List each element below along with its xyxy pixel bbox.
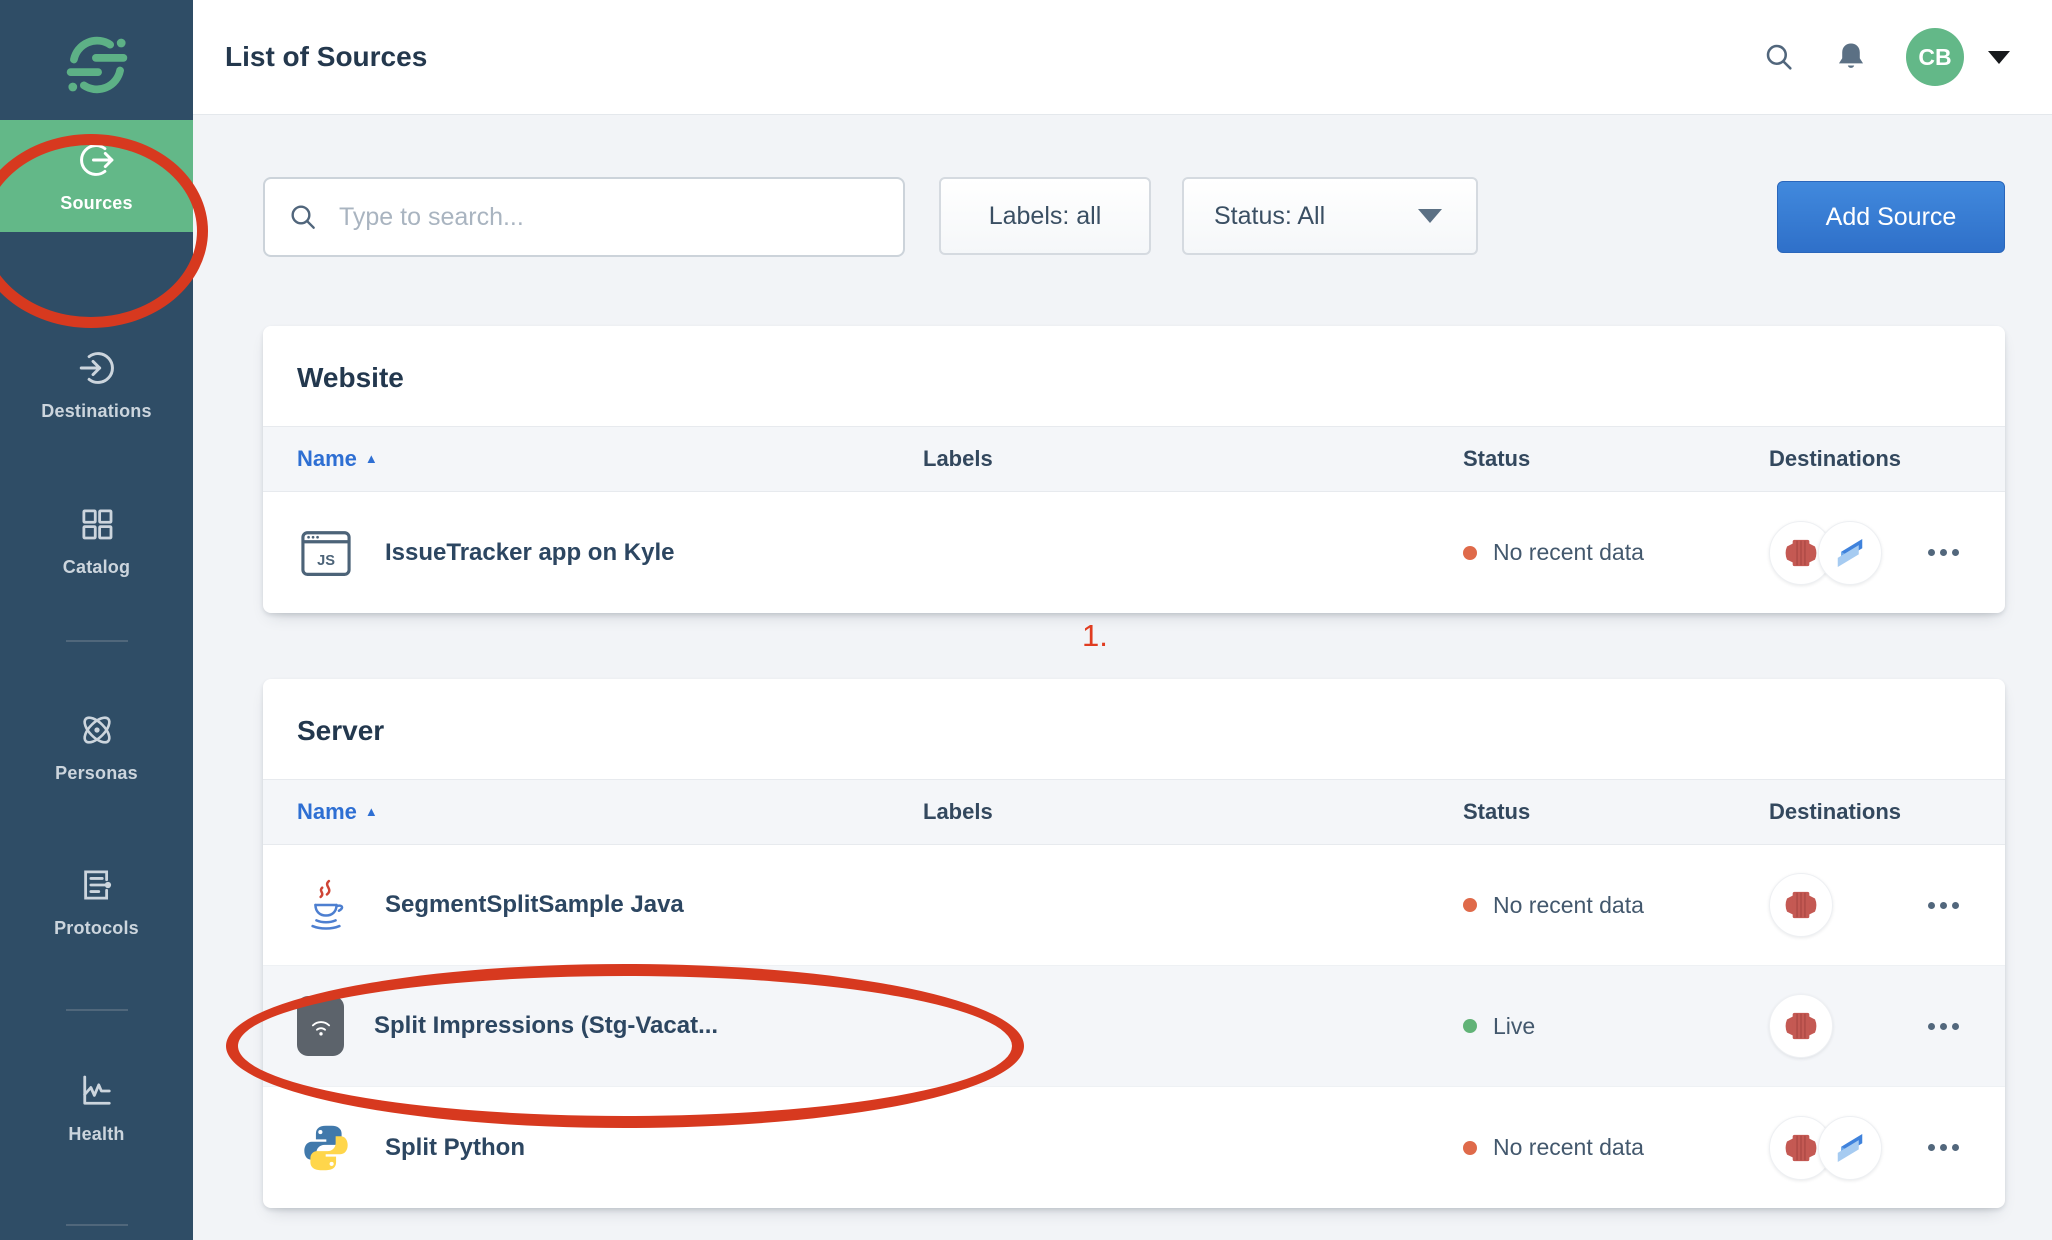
search-icon xyxy=(287,201,319,233)
status-text: No recent data xyxy=(1493,892,1644,919)
blue-s-destination-icon[interactable] xyxy=(1818,521,1882,585)
source-name[interactable]: SegmentSplitSample Java xyxy=(385,891,684,919)
health-icon xyxy=(76,1070,118,1112)
sort-ascending-icon: ▲ xyxy=(365,804,378,819)
column-header-status: Status xyxy=(1463,446,1769,472)
app-root: Sources Destinations Catalog Personas Pr… xyxy=(0,0,2052,1240)
sidebar-divider xyxy=(66,1009,128,1011)
main-content: Labels: all Status: All Add Source Websi… xyxy=(193,116,2052,1208)
status-text: Live xyxy=(1493,1013,1535,1040)
user-avatar[interactable]: CB xyxy=(1906,28,1964,86)
status-dot xyxy=(1463,1019,1477,1033)
personas-icon xyxy=(76,709,118,751)
protocols-icon xyxy=(76,864,118,906)
sources-icon xyxy=(76,139,118,181)
python-source-icon xyxy=(297,1117,355,1179)
source-name[interactable]: Split Impressions (Stg-Vacat... xyxy=(374,1012,718,1040)
source-group-title: Server xyxy=(263,679,2005,779)
source-status: Live xyxy=(1463,1013,1769,1040)
status-dot xyxy=(1463,1141,1477,1155)
table-header-row: Name▲ Labels Status Destinations xyxy=(263,426,2005,492)
source-group-card: Website Name▲ Labels Status Destinations… xyxy=(263,326,2005,613)
search-input[interactable] xyxy=(339,203,881,232)
column-header-name[interactable]: Name▲ xyxy=(263,799,923,825)
sidebar-item-label: Protocols xyxy=(54,918,139,939)
notifications-bell-icon[interactable] xyxy=(1834,40,1868,74)
column-header-labels: Labels xyxy=(923,799,1463,825)
source-name[interactable]: IssueTracker app on Kyle xyxy=(385,539,674,567)
sidebar-item-label: Destinations xyxy=(41,401,151,422)
sidebar-item-sources[interactable]: Sources xyxy=(0,120,193,232)
red-db-destination-icon[interactable] xyxy=(1769,873,1833,937)
sidebar-item-label: Sources xyxy=(60,193,132,214)
javascript-source-icon xyxy=(297,522,355,584)
table-row[interactable]: Split Impressions (Stg-Vacat... Live xyxy=(263,966,2005,1087)
catalog-icon xyxy=(76,503,118,545)
column-header-destinations: Destinations xyxy=(1769,799,2005,825)
topbar: List of Sources CB xyxy=(193,0,2052,115)
segment-logo-icon[interactable] xyxy=(0,32,193,98)
blue-s-destination-icon[interactable] xyxy=(1818,1116,1882,1180)
table-row[interactable]: Split Python No recent data xyxy=(263,1087,2005,1208)
column-header-name[interactable]: Name▲ xyxy=(263,446,923,472)
status-dot xyxy=(1463,546,1477,560)
destination-badges xyxy=(1769,1116,1882,1180)
account-menu-caret-icon[interactable] xyxy=(1988,51,2010,64)
sidebar-divider xyxy=(66,640,128,642)
java-source-icon xyxy=(297,874,355,936)
source-status: No recent data xyxy=(1463,1134,1769,1161)
sidebar-item-catalog[interactable]: Catalog xyxy=(0,484,193,596)
source-status: No recent data xyxy=(1463,539,1769,566)
sidebar-item-destinations[interactable]: Destinations xyxy=(0,328,193,440)
destination-badges xyxy=(1769,994,1833,1058)
sidebar: Sources Destinations Catalog Personas Pr… xyxy=(0,0,193,1240)
source-status: No recent data xyxy=(1463,892,1769,919)
source-group-card: Server Name▲ Labels Status Destinations … xyxy=(263,679,2005,1208)
source-group-title: Website xyxy=(263,326,2005,426)
table-row[interactable]: IssueTracker app on Kyle No recent data xyxy=(263,492,2005,613)
red-db-destination-icon[interactable] xyxy=(1769,994,1833,1058)
add-source-button[interactable]: Add Source xyxy=(1777,181,2005,253)
table-header-row: Name▲ Labels Status Destinations xyxy=(263,779,2005,845)
status-filter-label: Status: All xyxy=(1214,202,1325,231)
labels-filter-button[interactable]: Labels: all xyxy=(939,177,1151,255)
row-more-options-button[interactable] xyxy=(1926,1013,1961,1040)
column-header-status: Status xyxy=(1463,799,1769,825)
table-row[interactable]: SegmentSplitSample Java No recent data xyxy=(263,845,2005,966)
source-name[interactable]: Split Python xyxy=(385,1134,525,1162)
sidebar-item-label: Catalog xyxy=(63,557,130,578)
destinations-icon xyxy=(76,347,118,389)
page-title: List of Sources xyxy=(225,41,427,73)
wifi-source-icon xyxy=(297,996,344,1056)
row-more-options-button[interactable] xyxy=(1926,539,1961,566)
sidebar-item-label: Health xyxy=(68,1124,124,1145)
status-text: No recent data xyxy=(1493,539,1644,566)
column-header-labels: Labels xyxy=(923,446,1463,472)
row-more-options-button[interactable] xyxy=(1926,1134,1961,1161)
destination-badges xyxy=(1769,521,1882,585)
search-icon[interactable] xyxy=(1762,40,1796,74)
sidebar-item-label: Personas xyxy=(55,763,138,784)
sort-ascending-icon: ▲ xyxy=(365,451,378,466)
source-search-box xyxy=(263,177,905,257)
sidebar-item-protocols[interactable]: Protocols xyxy=(0,845,193,957)
status-text: No recent data xyxy=(1493,1134,1644,1161)
status-dot xyxy=(1463,898,1477,912)
row-more-options-button[interactable] xyxy=(1926,892,1961,919)
column-header-destinations: Destinations xyxy=(1769,446,2005,472)
chevron-down-icon xyxy=(1418,209,1442,223)
status-filter-dropdown[interactable]: Status: All xyxy=(1182,177,1478,255)
sidebar-divider xyxy=(66,1224,128,1226)
destination-badges xyxy=(1769,873,1833,937)
filters-bar: Labels: all Status: All Add Source xyxy=(263,177,2005,257)
sidebar-item-health[interactable]: Health xyxy=(0,1051,193,1163)
sidebar-item-personas[interactable]: Personas xyxy=(0,690,193,802)
